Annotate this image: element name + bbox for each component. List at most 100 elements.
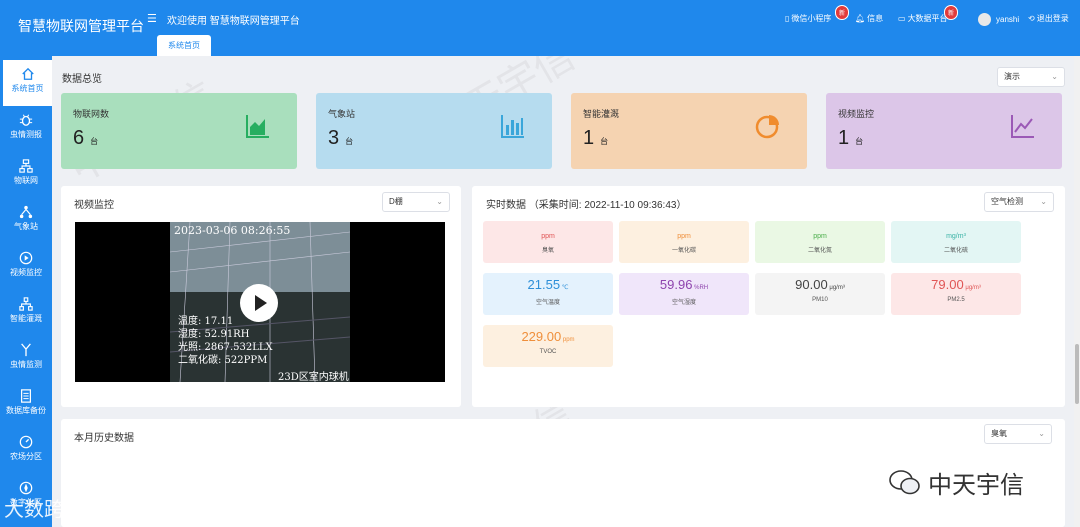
sidebar-item-pest-report[interactable]: 虫情测报 bbox=[0, 106, 52, 152]
sensor-unit: ppm bbox=[677, 233, 691, 240]
user-menu[interactable]: yanshi bbox=[978, 13, 1019, 26]
home-icon bbox=[21, 67, 34, 80]
bigscreen-link[interactable]: ▭ 大数据平台 新 bbox=[898, 5, 959, 24]
monitor-icon: ▭ bbox=[898, 14, 906, 23]
sensor-label: 一氧化碳 bbox=[671, 248, 696, 254]
menu-toggle-icon[interactable]: ☰ bbox=[147, 12, 157, 25]
scrollbar[interactable] bbox=[1074, 56, 1080, 527]
sensor-tile: ppm 二氧化氮 bbox=[755, 221, 885, 263]
sidebar-item-iot[interactable]: 物联网 bbox=[0, 152, 52, 198]
top-bar: 智慧物联网管理平台 ☰ 欢迎使用 智慧物联网管理平台 系统首页 ▯ 微信小程序 … bbox=[0, 0, 1080, 56]
history-metric-select[interactable]: 臭氧 ⌄ bbox=[984, 424, 1052, 444]
stat-card-irrigation: 智能灌溉 1台 bbox=[571, 93, 807, 169]
sensor-unit: ppm bbox=[813, 233, 827, 240]
sensor-label: 二氧化氮 bbox=[807, 248, 832, 254]
sensor-reading: ppm bbox=[619, 231, 749, 240]
sidebar-item-db-backup[interactable]: 数据库备份 bbox=[0, 382, 52, 428]
sensor-value: 79.00 bbox=[931, 277, 964, 292]
sidebar: 系统首页 虫情测报 物联网 气象站 视频监控 智能灌溉 虫情监测 数据库备份 农… bbox=[0, 56, 52, 527]
stat-unit: 台 bbox=[345, 137, 354, 146]
video-caption: 23D区室内球机 bbox=[278, 372, 349, 382]
tab-home[interactable]: 系统首页 bbox=[157, 35, 211, 56]
iot-icon bbox=[19, 159, 33, 173]
sensor-tile: 229.00 ppm TVOC bbox=[483, 325, 613, 367]
sensor-reading: 79.00 μg/m³ bbox=[891, 277, 1021, 292]
sensor-tile: ppm 臭氧 bbox=[483, 221, 613, 263]
video-timestamp: 2023-03-06 08:26:55 bbox=[174, 224, 291, 237]
logout-button[interactable]: ⟲ 退出登录 bbox=[1028, 13, 1069, 24]
app-title: 智慧物联网管理平台 bbox=[18, 18, 144, 34]
sensor-unit: μg/m³ bbox=[963, 285, 981, 291]
video-player[interactable]: 2023-03-06 08:26:55 温度: 17.11 湿度: 52.91R… bbox=[75, 222, 445, 382]
pie-chart-icon bbox=[755, 115, 779, 139]
chevron-down-icon: ⌄ bbox=[436, 197, 443, 206]
antenna-icon bbox=[21, 343, 31, 357]
stat-card-video: 视频监控 1台 bbox=[826, 93, 1062, 169]
weather-icon bbox=[19, 205, 33, 219]
area-chart-icon bbox=[246, 115, 269, 138]
sensor-unit: mg/m³ bbox=[946, 233, 966, 240]
sensor-label: PM10 bbox=[812, 297, 828, 303]
chevron-down-icon: ⌄ bbox=[1040, 197, 1047, 206]
scrollbar-thumb[interactable] bbox=[1075, 344, 1079, 404]
stat-value: 1 bbox=[838, 127, 850, 149]
sensor-value: 90.00 bbox=[795, 277, 828, 292]
sensor-unit: ppm bbox=[541, 233, 555, 240]
play-icon bbox=[255, 295, 267, 311]
overview-title: 数据总览 bbox=[62, 74, 102, 85]
mini-program-link[interactable]: ▯ 微信小程序 新 bbox=[785, 5, 850, 24]
sidebar-item-video[interactable]: 视频监控 bbox=[0, 244, 52, 290]
chevron-down-icon: ⌄ bbox=[1038, 429, 1045, 438]
stat-unit: 台 bbox=[855, 137, 864, 146]
sensor-tile: 79.00 μg/m³ PM2.5 bbox=[891, 273, 1021, 315]
stat-value: 1 bbox=[583, 127, 595, 149]
welcome-text: 欢迎使用 智慧物联网管理平台 bbox=[167, 16, 300, 27]
stat-card-weather: 气象站 3台 bbox=[316, 93, 552, 169]
sensor-reading: 59.96 %RH bbox=[619, 277, 749, 292]
sidebar-item-home[interactable]: 系统首页 bbox=[3, 60, 52, 106]
sensor-type-select[interactable]: 空气检测 ⌄ bbox=[984, 192, 1054, 212]
sensor-label: PM2.5 bbox=[947, 297, 965, 303]
sensor-unit: μg/m³ bbox=[827, 285, 845, 291]
sensor-tile: mg/m³ 二氧化硫 bbox=[891, 221, 1021, 263]
stat-value: 6 bbox=[73, 127, 85, 149]
stat-value: 3 bbox=[328, 127, 340, 149]
sensor-reading: 229.00 ppm bbox=[483, 329, 613, 344]
sensor-reading: mg/m³ bbox=[891, 231, 1021, 240]
sensor-reading: ppm bbox=[755, 231, 885, 240]
new-badge: 新 bbox=[944, 5, 959, 20]
bar-chart-icon bbox=[501, 115, 524, 138]
dashboard-icon bbox=[19, 435, 33, 449]
overview-select[interactable]: 演示 ⌄ bbox=[997, 67, 1065, 87]
chevron-down-icon: ⌄ bbox=[1051, 72, 1058, 81]
phone-icon: ▯ bbox=[785, 14, 790, 23]
play-icon bbox=[19, 251, 33, 265]
sidebar-item-weather[interactable]: 气象站 bbox=[0, 198, 52, 244]
logout-icon: ⟲ bbox=[1028, 14, 1035, 23]
database-icon bbox=[21, 389, 31, 403]
sensor-value: 21.55 bbox=[527, 277, 561, 292]
sensor-tile: ppm 一氧化碳 bbox=[619, 221, 749, 263]
wechat-icon bbox=[889, 469, 920, 494]
sensor-reading: 90.00 μg/m³ bbox=[755, 277, 885, 292]
sensor-reading: 21.55 ℃ bbox=[483, 277, 613, 292]
history-title: 本月历史数据 bbox=[74, 433, 134, 444]
sidebar-item-farm-zone[interactable]: 农场分区 bbox=[0, 428, 52, 474]
greenhouse-select[interactable]: D棚 ⌄ bbox=[382, 192, 450, 212]
sidebar-item-irrigation[interactable]: 智能灌溉 bbox=[0, 290, 52, 336]
sensor-tile: 59.96 %RH 空气湿度 bbox=[619, 273, 749, 315]
stat-unit: 台 bbox=[90, 137, 99, 146]
stat-card-iot: 物联网数 6台 bbox=[61, 93, 297, 169]
bug-icon bbox=[19, 114, 33, 126]
sensor-tile: 90.00 μg/m³ PM10 bbox=[755, 273, 885, 315]
sensor-value: 59.96 bbox=[659, 277, 693, 292]
sensor-label: 空气湿度 bbox=[671, 300, 696, 306]
sensor-unit: %RH bbox=[692, 285, 709, 291]
sensor-unit: ppm bbox=[561, 337, 575, 343]
play-button[interactable] bbox=[240, 284, 278, 322]
realtime-title: 实时数据 bbox=[486, 200, 526, 211]
avatar bbox=[978, 13, 991, 26]
video-overlay-line: 二氧化碳: 522PPM bbox=[178, 355, 268, 366]
messages-link[interactable]: 🔔︎ 信息 bbox=[855, 13, 883, 24]
sidebar-item-pest-monitor[interactable]: 虫情监测 bbox=[0, 336, 52, 382]
